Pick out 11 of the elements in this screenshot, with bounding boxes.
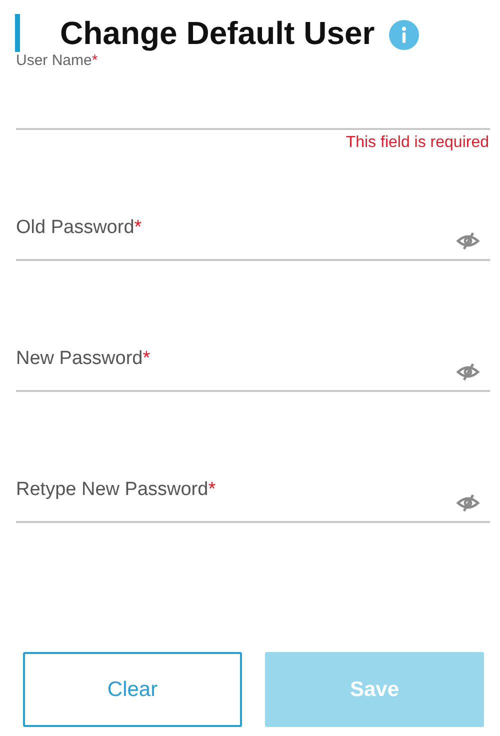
page-title: Change Default User [60,14,375,52]
eye-slash-icon[interactable] [456,232,480,250]
eye-slash-icon[interactable] [456,363,480,381]
error-message: This field is required [344,134,489,152]
input-field[interactable]: User Name* [16,52,490,130]
password-field[interactable]: Retype New Password* [16,445,490,523]
password-field[interactable]: Old Password* [16,183,490,261]
accent-bar [15,14,20,52]
eye-slash-icon[interactable] [456,494,480,512]
password-field[interactable]: New Password* [16,314,490,392]
info-icon[interactable] [388,20,419,50]
